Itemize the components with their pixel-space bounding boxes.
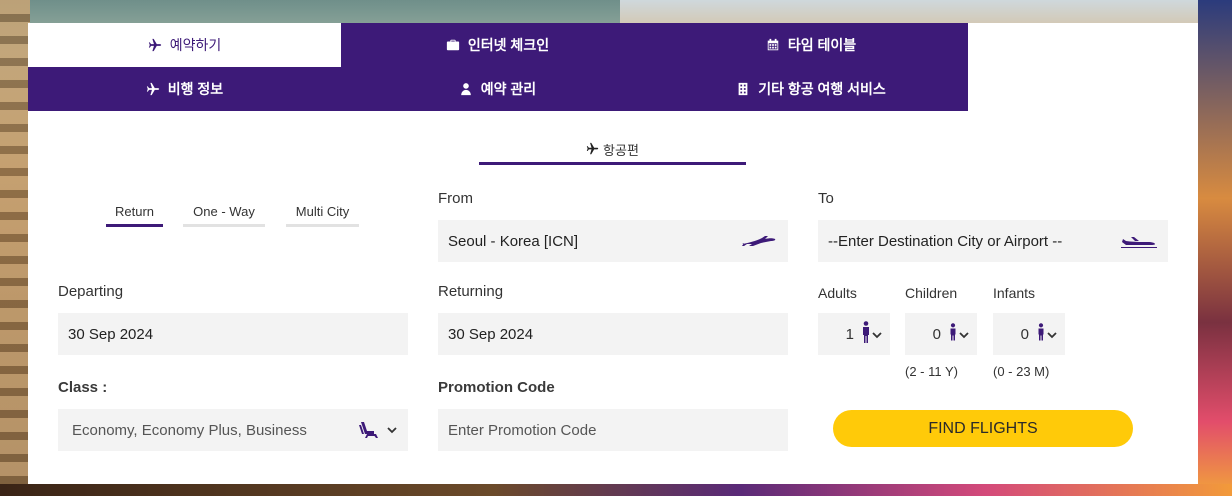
trip-return[interactable]: Return: [106, 204, 163, 227]
child-person-icon: [949, 323, 959, 345]
trip-multi-city[interactable]: Multi City: [286, 204, 359, 227]
promo-code-input[interactable]: Enter Promotion Code: [438, 409, 788, 451]
infants-age-range: (0 - 23 M): [993, 364, 1050, 379]
from-label: From: [438, 190, 473, 207]
departing-date-field[interactable]: 30 Sep 2024: [58, 313, 408, 355]
plane-icon: [586, 142, 603, 158]
adults-select[interactable]: 1: [818, 313, 890, 355]
children-select[interactable]: 0: [905, 313, 977, 355]
promo-label: Promotion Code: [438, 379, 555, 396]
tab-label: 타임 테이블: [787, 37, 857, 53]
to-label: To: [818, 190, 834, 207]
infants-select[interactable]: 0: [993, 313, 1065, 355]
plane-icon: [148, 38, 162, 52]
class-value: Economy, Economy Plus, Business: [72, 421, 307, 439]
tab-checkin[interactable]: 인터넷 체크인: [341, 23, 654, 67]
to-placeholder: --Enter Destination City or Airport --: [828, 232, 1063, 250]
trip-one-way[interactable]: One - Way: [183, 204, 265, 227]
tab-flight-info[interactable]: 비행 정보: [28, 67, 341, 111]
children-value: 0: [932, 325, 941, 343]
find-flights-button[interactable]: FIND FLIGHTS: [833, 410, 1133, 447]
building-icon: [736, 82, 750, 96]
returning-value: 30 Sep 2024: [448, 325, 534, 343]
tab-manage-booking[interactable]: 예약 관리: [341, 67, 654, 111]
subtab-label: 항공편: [603, 143, 639, 158]
adult-person-icon: [862, 321, 872, 347]
infants-value: 0: [1020, 325, 1029, 343]
children-label: Children: [905, 285, 958, 301]
calendar-icon: [766, 38, 780, 52]
to-field[interactable]: --Enter Destination City or Airport --: [818, 220, 1168, 262]
background-bottom-strip: [0, 484, 1232, 496]
tab-label: 예약 관리: [480, 81, 537, 97]
tab-label: 예약하기: [169, 37, 222, 53]
returning-date-field[interactable]: 30 Sep 2024: [438, 313, 788, 355]
background-right-strip: [1198, 0, 1232, 496]
tab-label: 비행 정보: [167, 81, 224, 97]
chevron-down-icon: [959, 326, 971, 343]
departing-label: Departing: [58, 283, 124, 300]
tab-book[interactable]: 예약하기: [28, 23, 341, 67]
tab-label: 인터넷 체크인: [467, 37, 550, 53]
returning-label: Returning: [438, 283, 504, 300]
tab-timetable[interactable]: 타임 테이블: [654, 23, 968, 67]
seat-icon: [358, 421, 398, 439]
class-label: Class :: [58, 379, 108, 396]
infants-label: Infants: [993, 285, 1036, 301]
briefcase-icon: [446, 38, 460, 52]
departing-value: 30 Sep 2024: [68, 325, 154, 343]
booking-panel: 예약하기 인터넷 체크인 타임 테이블 비행 정보 예약 관리 기타 항공 여행…: [28, 23, 1198, 484]
children-age-range: (2 - 11 Y): [905, 364, 958, 379]
from-field[interactable]: Seoul - Korea [ICN]: [438, 220, 788, 262]
plane-landing-icon: [1120, 233, 1158, 249]
tab-bar: 예약하기 인터넷 체크인 타임 테이블 비행 정보 예약 관리 기타 항공 여행…: [28, 23, 968, 111]
user-icon: [459, 82, 473, 96]
tab-flights[interactable]: 항공편: [479, 137, 746, 165]
promo-placeholder: Enter Promotion Code: [448, 421, 597, 439]
tab-other-services[interactable]: 기타 항공 여행 서비스: [654, 67, 968, 111]
plane-icon: [146, 82, 160, 96]
infant-person-icon: [1037, 323, 1047, 345]
class-select[interactable]: Economy, Economy Plus, Business: [58, 409, 408, 451]
adults-value: 1: [845, 325, 854, 343]
tab-label: 기타 항공 여행 서비스: [758, 81, 886, 97]
plane-takeoff-icon: [740, 233, 778, 249]
chevron-down-icon: [872, 326, 884, 343]
adults-label: Adults: [818, 285, 857, 301]
chevron-down-icon: [1047, 326, 1059, 343]
from-value: Seoul - Korea [ICN]: [448, 232, 579, 250]
